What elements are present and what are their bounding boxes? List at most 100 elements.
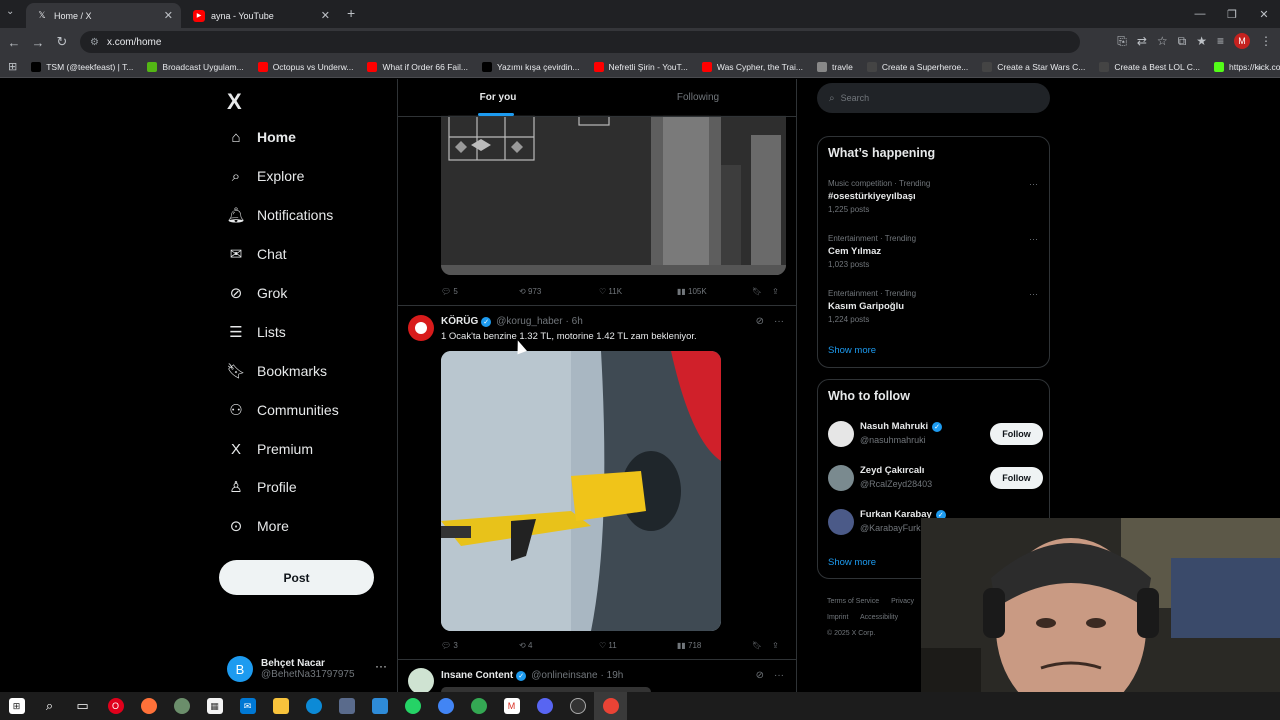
sidebar-item-home[interactable]: ⌂ Home: [227, 128, 295, 146]
show-more-link[interactable]: Show more: [828, 557, 876, 568]
privacy-link[interactable]: Privacy: [891, 598, 914, 605]
bookmark-icon[interactable]: 🔖︎: [752, 641, 772, 650]
chrome-icon[interactable]: [429, 692, 462, 720]
sidebar-item-profile[interactable]: ♙ Profile: [227, 478, 296, 496]
bookmark-item[interactable]: TSM (@teekfeast) | T...: [31, 61, 133, 72]
sidebar-item-lists[interactable]: ☰ Lists: [227, 323, 286, 341]
close-icon[interactable]: ✕: [321, 9, 330, 22]
avatar[interactable]: [828, 421, 854, 447]
bookmark-item[interactable]: Nefretli Şirin - YouT...: [593, 61, 688, 72]
avatar[interactable]: [828, 465, 854, 491]
tab-for-you[interactable]: For you: [398, 79, 598, 116]
close-window-icon[interactable]: ✕: [1248, 0, 1280, 28]
trend-item[interactable]: Entertainment · Trending Cem Yılmaz 1,02…: [828, 234, 1038, 269]
store-icon[interactable]: ▦: [198, 692, 231, 720]
show-more-link[interactable]: Show more: [828, 345, 876, 356]
follow-suggestion[interactable]: Zeyd Çakırcalı @RcalZeyd28403 Follow: [828, 465, 1043, 495]
more-icon[interactable]: ···: [1029, 179, 1038, 189]
follow-suggestion[interactable]: Nasuh Mahruki ✓ @nasuhmahruki Follow: [828, 421, 1043, 451]
author-name[interactable]: KÖRÜG: [441, 316, 478, 327]
bookmark-item[interactable]: Create a Best LOL C...: [1099, 61, 1200, 72]
bookmark-item[interactable]: travle: [817, 61, 853, 72]
sidebar-item-premium[interactable]: X Premium: [227, 440, 313, 458]
bookmark-item[interactable]: https://kick.com/m...: [1213, 61, 1280, 72]
more-icon[interactable]: ···: [375, 659, 387, 673]
author-handle[interactable]: @korug_haber: [496, 316, 562, 327]
app-icon[interactable]: [363, 692, 396, 720]
bookmark-item[interactable]: Yazımı kışa çevirdin...: [481, 61, 580, 72]
sidebar-item-notifications[interactable]: 🔔︎ Notifications: [226, 206, 333, 224]
menu-icon[interactable]: ⋮: [1260, 34, 1272, 48]
trend-item[interactable]: Music competition · Trending #osestürkiy…: [828, 179, 1038, 214]
media-icon[interactable]: ≡: [1217, 34, 1224, 48]
account-switcher[interactable]: B Behçet Nacar @BehetNa31797975 ···: [227, 649, 387, 689]
tweet-media-image[interactable]: [441, 115, 786, 275]
bookmark-icon[interactable]: 🔖︎: [752, 287, 772, 296]
more-icon[interactable]: ···: [774, 670, 784, 681]
whatsapp-icon[interactable]: [396, 692, 429, 720]
grok-icon[interactable]: ⊘: [756, 670, 764, 681]
edge-icon[interactable]: [297, 692, 330, 720]
tab-home-x[interactable]: 𝕏 Home / X ✕: [26, 3, 181, 28]
bookmark-item[interactable]: Create a Star Wars C...: [982, 61, 1085, 72]
forward-icon[interactable]: →: [26, 35, 50, 50]
restore-icon[interactable]: ❐: [1216, 0, 1248, 28]
post-button[interactable]: Post: [219, 560, 374, 595]
more-icon[interactable]: ···: [1029, 289, 1038, 299]
address-bar[interactable]: ⚙ x.com/home: [80, 31, 1080, 53]
follow-button[interactable]: Follow: [990, 423, 1043, 445]
bookmark-item[interactable]: Broadcast Uygulam...: [147, 61, 244, 72]
author-handle[interactable]: @onlineinsane: [531, 670, 597, 681]
author-name[interactable]: Insane Content: [441, 670, 513, 681]
views-button[interactable]: ▮▮ 718: [677, 641, 752, 650]
firefox-icon[interactable]: [132, 692, 165, 720]
avatar[interactable]: [408, 315, 434, 341]
bookmark-item[interactable]: Octopus vs Underw...: [257, 61, 353, 72]
repost-button[interactable]: ⟲ 973: [519, 287, 599, 296]
tweet-time[interactable]: · 6h: [566, 316, 583, 327]
sidebar-item-chat[interactable]: ✉ Chat: [227, 245, 287, 263]
like-button[interactable]: ♡ 11K: [599, 287, 677, 296]
sidebar-item-bookmarks[interactable]: 🔖︎ Bookmarks: [226, 362, 327, 380]
avatar[interactable]: [828, 509, 854, 535]
like-button[interactable]: ♡ 11: [599, 641, 677, 650]
app-icon[interactable]: [330, 692, 363, 720]
mail-app-icon[interactable]: ✉: [231, 692, 264, 720]
share-icon[interactable]: ⇪: [772, 641, 779, 650]
sidebar-item-explore[interactable]: ⌕ Explore: [227, 167, 305, 185]
discord-icon[interactable]: [528, 692, 561, 720]
tab-youtube[interactable]: ▶ ayna - YouTube ✕: [183, 3, 338, 28]
reload-icon[interactable]: ↻: [50, 34, 74, 50]
close-icon[interactable]: ✕: [164, 9, 173, 22]
terms-link[interactable]: Terms of Service: [827, 598, 879, 605]
imprint-link[interactable]: Imprint: [827, 614, 848, 621]
extensions-icon[interactable]: ⧉: [1178, 34, 1187, 49]
obs-icon[interactable]: [561, 692, 594, 720]
new-tab-button[interactable]: +: [347, 5, 355, 21]
sidebar-item-more[interactable]: ⊙ More: [227, 517, 289, 535]
file-explorer-icon[interactable]: [264, 692, 297, 720]
more-icon[interactable]: ···: [774, 316, 784, 327]
opera-icon[interactable]: O: [99, 692, 132, 720]
minimize-icon[interactable]: —: [1184, 0, 1216, 28]
install-icon[interactable]: ⎘: [1117, 34, 1127, 49]
trend-item[interactable]: Entertainment · Trending Kasım Garipoğlu…: [828, 289, 1038, 324]
tab-search-icon[interactable]: ⌄: [6, 6, 14, 17]
sidebar-item-grok[interactable]: ⊘ Grok: [227, 284, 288, 302]
views-button[interactable]: ▮▮ 105K: [677, 287, 752, 296]
tweet-media-image[interactable]: [441, 351, 721, 631]
windows-start-icon[interactable]: ⊞: [0, 692, 33, 720]
tweet-time[interactable]: · 19h: [601, 670, 624, 681]
search-input[interactable]: ⌕ Search: [817, 83, 1050, 113]
task-view-icon[interactable]: ▭: [66, 692, 99, 720]
accessibility-link[interactable]: Accessibility: [860, 614, 898, 621]
tab-following[interactable]: Following: [598, 79, 796, 116]
bookmarks-icon[interactable]: ★: [1196, 34, 1207, 48]
sidebar-item-communities[interactable]: ⚇ Communities: [227, 401, 338, 419]
app-icon[interactable]: [165, 692, 198, 720]
bookmark-item[interactable]: Create a Superheroe...: [866, 61, 968, 72]
bookmark-item[interactable]: What if Order 66 Fail...: [367, 61, 468, 72]
repost-button[interactable]: ⟲ 4: [519, 641, 599, 650]
apps-icon[interactable]: ⊞: [8, 60, 17, 73]
share-icon[interactable]: ⇪: [772, 287, 779, 296]
